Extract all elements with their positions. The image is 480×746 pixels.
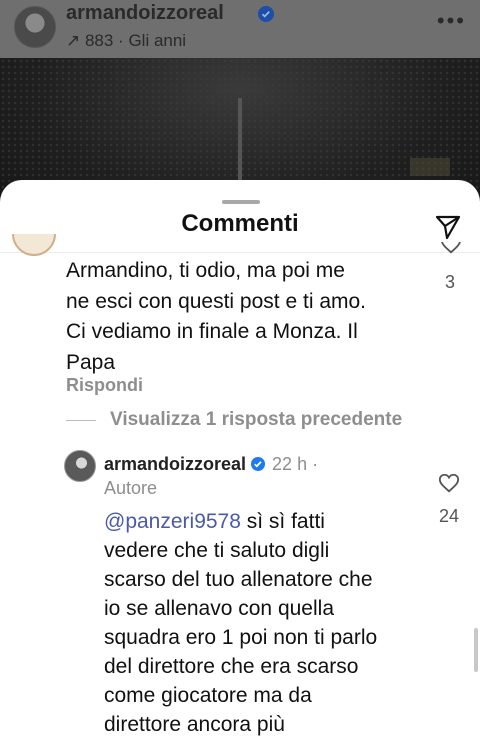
reply-line: squadra ero 1 poi non ti parlo xyxy=(104,626,378,649)
paper-plane-icon[interactable] xyxy=(434,213,462,241)
comment-line: ne esci con questi post e ti amo. xyxy=(66,289,366,313)
reply-line: vedere che ti saluto digli xyxy=(104,539,330,562)
comments-sheet: Commenti Armandino, ti odio, ma poi me n… xyxy=(0,180,480,746)
verified-badge-icon xyxy=(258,6,274,22)
reply-meta: armandoizzoreal 22 h · Autore xyxy=(104,452,394,500)
reply-line: del direttore che era scarso xyxy=(104,655,359,678)
reply-line: @panzeri9578 sì sì fatti xyxy=(104,507,414,536)
reply-time: 22 h · xyxy=(267,454,319,474)
post-audio-subtitle[interactable]: ↗ 883 · Gli anni xyxy=(66,31,186,51)
post-author-username[interactable]: armandoizzoreal xyxy=(66,2,224,25)
reply-text: @panzeri9578 sì sì fatti vedere che ti s… xyxy=(104,507,414,739)
view-replies-button[interactable]: Visualizza 1 risposta precedente xyxy=(66,408,402,432)
replies-divider-line xyxy=(66,419,96,421)
comment-line: Papa xyxy=(66,350,116,374)
scrollbar[interactable] xyxy=(474,628,478,672)
mention-link[interactable]: @panzeri9578 xyxy=(104,510,241,533)
reply-avatar[interactable] xyxy=(64,450,96,482)
post-author-avatar[interactable] xyxy=(14,6,56,48)
author-badge: Autore xyxy=(104,478,158,498)
sheet-title: Commenti xyxy=(181,210,299,237)
reply-line: io se allenavo con quella xyxy=(104,597,334,620)
like-count: 24 xyxy=(438,506,460,526)
sheet-divider xyxy=(0,252,480,253)
heart-icon[interactable] xyxy=(440,242,462,256)
comment-text: Armandino, ti odio, ma poi me ne esci co… xyxy=(66,256,426,378)
reply-line: direttore ancora più xyxy=(104,713,285,736)
verified-badge-icon xyxy=(251,457,266,471)
reply-line: scarso del tuo allenatore che xyxy=(104,568,373,591)
view-replies-label: Visualizza 1 risposta precedente xyxy=(110,409,403,430)
post-header: armandoizzoreal ↗ 883 · Gli anni ••• xyxy=(0,0,480,58)
stadium-flag xyxy=(410,158,450,176)
reply-line: come giocatore ma da xyxy=(104,684,312,707)
sheet-drag-handle[interactable] xyxy=(222,200,260,204)
like-count: 3 xyxy=(444,272,455,292)
comment-line: Armandino, ti odio, ma poi me xyxy=(66,259,345,282)
reply-username[interactable]: armandoizzoreal xyxy=(104,454,246,474)
comment-avatar[interactable] xyxy=(12,234,56,264)
reply-button[interactable]: Rispondi xyxy=(66,375,143,396)
more-options-icon[interactable]: ••• xyxy=(437,8,466,34)
heart-icon[interactable] xyxy=(438,472,460,494)
reply-line-rest: sì sì fatti xyxy=(240,510,325,533)
comment-line: Ci vediamo in finale a Monza. Il xyxy=(66,320,358,343)
